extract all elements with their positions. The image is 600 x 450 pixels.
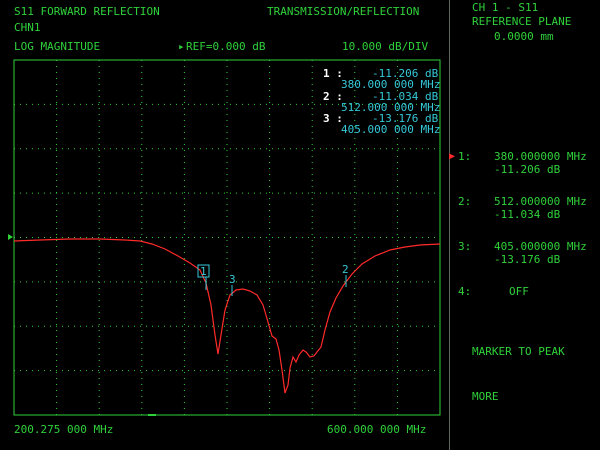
marker-3-freq: 405.000000 MHz	[494, 240, 587, 253]
marker-4-state: OFF	[509, 285, 529, 298]
marker-4-label: 4:	[458, 285, 472, 298]
marker-2-label: 2:	[458, 195, 472, 208]
marker-3-label: 3:	[458, 240, 472, 253]
marker-2-value: -11.034 dB	[494, 208, 561, 221]
readout-2-label: 2 :	[323, 90, 343, 103]
s11-trace	[13, 238, 441, 394]
more-button[interactable]: MORE	[472, 391, 499, 403]
sweep-position-indicator	[148, 414, 156, 416]
reference-plane-value: 0.0000 mm	[494, 30, 554, 43]
ref-level-pointer-icon	[8, 234, 13, 240]
readout-1-label: 1 :	[323, 67, 343, 80]
side-subtitle: REFERENCE PLANE	[472, 15, 572, 28]
trace-marker-3[interactable]: 3	[229, 274, 236, 286]
trace-marker-1[interactable]: 1	[200, 266, 207, 278]
readout-3-freq: 405.000 000 MHz	[341, 123, 441, 136]
side-title: CH 1 - S11	[472, 1, 539, 14]
trace-marker-2[interactable]: 2	[342, 264, 349, 276]
trace-plot[interactable]	[0, 0, 600, 450]
marker-1-freq: 380.000000 MHz	[494, 150, 587, 163]
marker-2-freq: 512.000000 MHz	[494, 195, 587, 208]
start-frequency: 200.275 000 MHz	[14, 423, 114, 436]
marker-to-peak-button[interactable]: MARKER TO PEAK	[472, 346, 565, 358]
readout-3-label: 3 :	[323, 112, 343, 125]
marker-1-label: 1:	[458, 150, 472, 163]
marker-3-value: -13.176 dB	[494, 253, 561, 266]
active-marker-arrow-icon: ▶	[449, 151, 456, 162]
stop-frequency: 600.000 000 MHz	[327, 423, 427, 436]
marker-1-value: -11.206 dB	[494, 163, 561, 176]
